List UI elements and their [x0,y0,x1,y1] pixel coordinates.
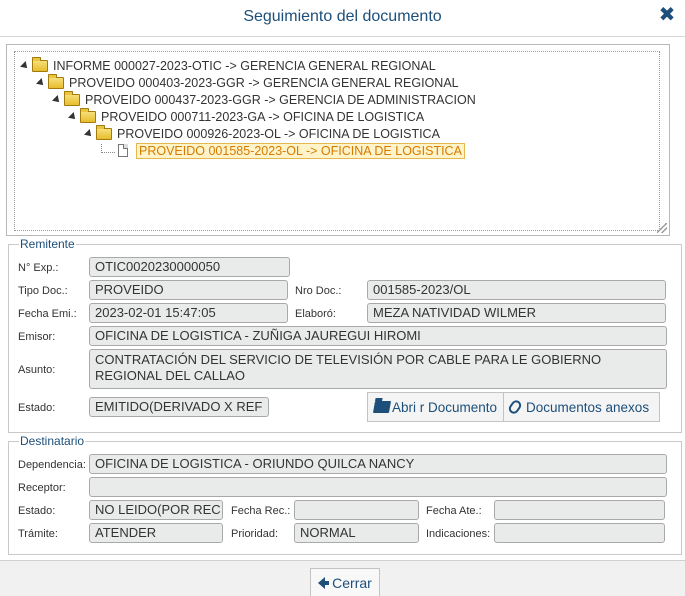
asunto-textarea[interactable]: CONTRATACIÓN DEL SERVICIO DE TELEVISIÓN … [89,349,667,389]
resize-grip-icon[interactable] [657,223,667,233]
arrow-left-icon [318,576,330,589]
receptor-label: Receptor: [18,482,66,494]
collapse-arrow-icon[interactable] [36,77,46,88]
tree-node-level-2[interactable]: PROVEIDO 000437-2023-GGR -> GERENCIA DE … [52,90,476,108]
tree-node-label: PROVEIDO 000403-2023-GGR -> GERENCIA GEN… [69,75,459,90]
document-tree: INFORME 000027-2023-OTIC -> GERENCIA GEN… [14,51,660,231]
elaboro-label: Elaboró: [295,308,336,320]
tree-node-label: PROVEIDO 000437-2023-GGR -> GERENCIA DE … [85,92,476,107]
collapse-arrow-icon[interactable] [52,94,62,105]
folder-icon [64,90,80,106]
indicaciones-field[interactable] [494,523,665,543]
abrir-documento-label: Abri r Documento [391,399,497,415]
fecha-ate-label: Fecha Ate.: [426,505,482,517]
dialog-title: Seguimiento del documento [243,8,442,25]
exp-field[interactable]: OTIC0020230000050 [89,257,290,277]
receptor-field[interactable] [89,477,667,497]
abrir-documento-button[interactable]: Abri r Documento [367,392,504,422]
tree-node-level-1[interactable]: PROVEIDO 000403-2023-GGR -> GERENCIA GEN… [36,73,459,91]
tipo-doc-label: Tipo Doc.: [18,285,68,297]
indicaciones-label: Indicaciones: [426,528,491,540]
nro-doc-label: Nro Doc.: [295,285,342,297]
estado-dest-label: Estado: [18,505,56,517]
fecha-emi-label: Fecha Emi.: [18,308,77,320]
fecha-rec-label: Fecha Rec.: [231,505,291,517]
cerrar-label: Cerrar [332,574,372,591]
destinatario-legend: Destinatario [19,434,86,448]
remitente-legend: Remitente [19,237,76,251]
emisor-label: Emisor: [18,331,56,343]
tree-connector [101,144,115,153]
collapse-arrow-icon[interactable] [68,111,78,122]
documentos-anexos-button[interactable]: Documentos anexos [503,392,660,422]
elaboro-field[interactable]: MEZA NATIVIDAD WILMER [367,303,666,323]
document-icon [118,144,128,157]
fecha-emi-field[interactable]: 2023-02-01 15:47:05 [89,303,288,323]
tree-node-label: INFORME 000027-2023-OTIC -> GERENCIA GEN… [53,58,436,73]
tree-node-level-5-selected[interactable]: PROVEIDO 001585-2023-OL -> OFICINA DE LO… [118,142,465,159]
folder-icon [32,56,48,72]
tree-node-label: PROVEIDO 000711-2023-GA -> OFICINA DE LO… [101,109,425,124]
tramite-field[interactable]: ATENDER [89,523,223,543]
tree-node-label: PROVEIDO 001585-2023-OL -> OFICINA DE LO… [136,142,465,159]
document-tree-panel[interactable]: INFORME 000027-2023-OTIC -> GERENCIA GEN… [6,44,670,236]
dialog-titlebar: Seguimiento del documento ✖ [0,0,685,36]
folder-icon [48,73,64,89]
close-icon[interactable]: ✖ [657,4,677,26]
documentos-anexos-label: Documentos anexos [526,399,650,415]
prioridad-label: Prioridad: [231,528,279,540]
estado-field[interactable]: EMITIDO(DERIVADO X REF [89,397,269,417]
collapse-arrow-icon[interactable] [20,60,30,71]
folder-icon [96,124,112,140]
nro-doc-field[interactable]: 001585-2023/OL [367,280,666,300]
prioridad-field[interactable]: NORMAL [294,523,419,543]
folder-icon [80,107,96,123]
tree-node-label: PROVEIDO 000926-2023-OL -> OFICINA DE LO… [117,126,440,141]
fecha-ate-field[interactable] [494,500,665,520]
fecha-rec-field[interactable] [294,500,419,520]
emisor-field[interactable]: OFICINA DE LOGISTICA - ZUÑIGA JAUREGUI H… [89,326,667,346]
collapse-arrow-icon[interactable] [84,128,94,139]
tramite-label: Trámite: [18,528,58,540]
estado-dest-field[interactable]: NO LEIDO(POR REC [89,500,223,520]
cerrar-button[interactable]: Cerrar [310,568,380,596]
dependencia-field[interactable]: OFICINA DE LOGISTICA - ORIUNDO QUILCA NA… [89,454,667,474]
asunto-label: Asunto: [18,364,56,376]
exp-label: N° Exp.: [18,262,59,274]
tipo-doc-field[interactable]: PROVEIDO [89,280,288,300]
tree-node-level-3[interactable]: PROVEIDO 000711-2023-GA -> OFICINA DE LO… [68,107,425,125]
tree-node-level-0[interactable]: INFORME 000027-2023-OTIC -> GERENCIA GEN… [20,56,436,74]
dependencia-label: Dependencia: [18,459,86,471]
paperclip-icon [506,398,524,416]
open-folder-icon [372,401,392,413]
estado-label: Estado: [18,402,56,414]
tree-node-level-4[interactable]: PROVEIDO 000926-2023-OL -> OFICINA DE LO… [84,124,440,142]
